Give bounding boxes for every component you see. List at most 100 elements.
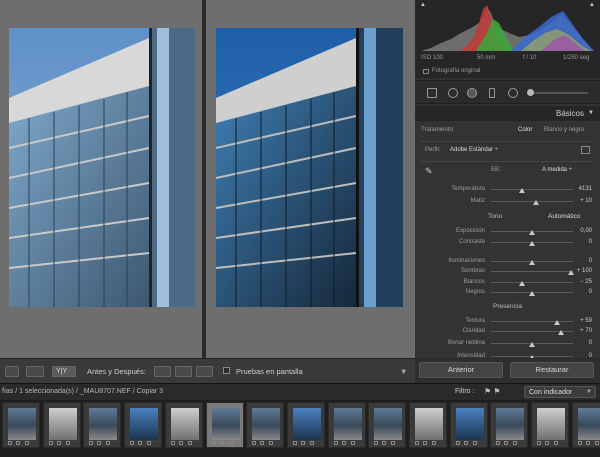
thumbnail-badge-icon xyxy=(269,441,274,445)
filmstrip-thumbnail[interactable] xyxy=(42,402,81,448)
slider-track[interactable] xyxy=(491,282,573,283)
filmstrip-thumbnail[interactable] xyxy=(490,402,529,448)
after-photo[interactable] xyxy=(216,28,403,307)
slider-thumb[interactable] xyxy=(557,330,564,335)
slider-track[interactable] xyxy=(491,201,573,202)
thumbnail-badge-icon xyxy=(455,441,460,445)
slider-track[interactable] xyxy=(491,271,573,272)
brush-slider[interactable] xyxy=(528,92,588,94)
filter-dropdown[interactable]: Con indicador ▼ xyxy=(524,386,596,398)
highlight-clip-icon[interactable]: ▲ xyxy=(589,2,595,8)
slider-value[interactable]: + 70 xyxy=(570,328,592,334)
soft-proof-label: Pruebas en pantalla xyxy=(236,367,303,376)
slider-value[interactable]: 0 xyxy=(570,340,592,346)
slider-value[interactable]: + 59 xyxy=(570,318,592,324)
thumbnail-image xyxy=(8,408,36,440)
copy-before-to-after-button[interactable] xyxy=(154,366,171,377)
radial-filter-icon[interactable] xyxy=(508,88,518,98)
thumbnail-badge-icon xyxy=(432,441,436,445)
filmstrip-thumbnail[interactable] xyxy=(2,402,40,448)
thumbnail-badge-icon xyxy=(187,441,192,445)
filmstrip-thumbnail[interactable] xyxy=(246,402,285,448)
tone-auto-button[interactable]: Automático xyxy=(548,213,581,220)
profile-browser-icon[interactable] xyxy=(581,146,590,154)
flag-filter-icon[interactable]: ⚑ ⚑ xyxy=(484,387,501,396)
thumbnail-badge-icon xyxy=(178,441,183,445)
profile-dropdown[interactable]: Adobe Estándar ÷ xyxy=(450,147,498,153)
slider-track[interactable] xyxy=(491,321,573,322)
filmstrip-thumbnail[interactable] xyxy=(205,402,244,448)
slider-value[interactable]: 0 xyxy=(570,258,592,264)
slider-thumb[interactable] xyxy=(519,281,526,286)
previous-button[interactable]: Anterior xyxy=(419,362,503,378)
thumbnail-badge-icon xyxy=(48,441,53,445)
crop-tool-icon[interactable] xyxy=(427,88,437,98)
soft-proof-checkbox[interactable] xyxy=(223,367,230,374)
thumbnail-badge-icon xyxy=(228,441,233,445)
panel-buttons: Anterior Restaurar xyxy=(415,358,600,383)
compare-view-button[interactable] xyxy=(26,366,44,377)
graduated-filter-icon[interactable] xyxy=(489,88,495,98)
filmstrip-path[interactable]: fías / 1 seleccionada(s) / _MAU8707.NEF … xyxy=(2,388,163,395)
filmstrip xyxy=(0,400,600,457)
slider-value[interactable]: + 100 xyxy=(570,268,592,274)
thumbnail-image xyxy=(292,408,321,440)
slider-value[interactable]: − 25 xyxy=(570,279,592,285)
filmstrip-thumbnail[interactable] xyxy=(83,402,122,448)
copy-after-to-before-button[interactable] xyxy=(175,366,192,377)
thumbnail-badge-icon xyxy=(300,441,305,445)
thumbnail-image xyxy=(48,408,77,440)
slider-thumb[interactable] xyxy=(553,320,560,325)
swap-before-after-button[interactable] xyxy=(196,366,213,377)
slider-value[interactable]: 4131 xyxy=(570,186,592,192)
thumbnail-badge-icon xyxy=(423,441,427,445)
reset-button[interactable]: Restaurar xyxy=(510,362,594,378)
slider-value[interactable]: 0 xyxy=(570,289,592,295)
slider-value[interactable]: 0 xyxy=(570,239,592,245)
spot-removal-icon[interactable] xyxy=(448,88,458,98)
eyedropper-icon[interactable]: ✎ xyxy=(425,166,433,177)
before-photo[interactable] xyxy=(9,28,195,307)
slider-thumb[interactable] xyxy=(529,241,535,246)
panel-collapse-icon[interactable]: ▼ xyxy=(588,110,594,116)
basic-panel-header[interactable]: Básicos ▼ xyxy=(415,106,600,121)
before-after-viewer xyxy=(0,0,415,358)
slider-value[interactable]: 0,00 xyxy=(570,228,592,234)
shadow-clip-icon[interactable]: ▲ xyxy=(420,2,426,8)
slider-thumb[interactable] xyxy=(529,342,535,347)
panel-separator xyxy=(421,161,594,162)
treatment-bw-option[interactable]: Blanco y negro xyxy=(544,127,584,133)
slider-track[interactable] xyxy=(491,189,573,190)
slider-value[interactable]: + 10 xyxy=(570,198,592,204)
filmstrip-thumbnail[interactable] xyxy=(327,402,366,448)
slider-label: Negros xyxy=(465,289,485,295)
slider-thumb[interactable] xyxy=(519,188,526,193)
filmstrip-thumbnail[interactable] xyxy=(124,402,163,448)
thumbnail-badge-icon xyxy=(504,441,509,445)
slider-label: Exposición xyxy=(455,228,485,234)
slider-thumb[interactable] xyxy=(529,291,535,296)
slider-thumb[interactable] xyxy=(533,200,540,205)
loupe-view-button[interactable] xyxy=(5,366,19,377)
filmstrip-thumbnail[interactable] xyxy=(531,402,570,448)
filmstrip-thumbnail[interactable] xyxy=(368,402,407,448)
slider-thumb[interactable] xyxy=(529,260,535,265)
filmstrip-thumbnail[interactable] xyxy=(164,402,203,448)
histogram[interactable]: ▲ ▲ ISO 100 50 mm f / 10 1/250 seg Fotog… xyxy=(415,0,600,78)
before-pane xyxy=(0,0,202,358)
filmstrip-thumbnail[interactable] xyxy=(409,402,447,448)
filmstrip-thumbnail[interactable] xyxy=(449,402,488,448)
toolbar-menu-chevron-icon[interactable]: ▼ xyxy=(400,367,407,376)
thumbnail-badge-icon xyxy=(496,441,501,445)
slider-label: Claridad xyxy=(462,328,485,334)
slider-thumb[interactable] xyxy=(529,230,535,235)
thumbnail-badge-icon xyxy=(577,441,582,445)
before-after-mode-button[interactable]: Y|Y xyxy=(52,366,76,377)
filmstrip-thumbnail[interactable] xyxy=(571,402,600,448)
brush-slider-thumb[interactable] xyxy=(527,89,534,96)
white-balance-dropdown[interactable]: A medida ÷ xyxy=(542,167,572,173)
treatment-color-option[interactable]: Color xyxy=(518,127,532,133)
presence-section: Presencia xyxy=(493,303,522,310)
red-eye-icon[interactable] xyxy=(467,88,477,98)
filmstrip-thumbnail[interactable] xyxy=(286,402,325,448)
